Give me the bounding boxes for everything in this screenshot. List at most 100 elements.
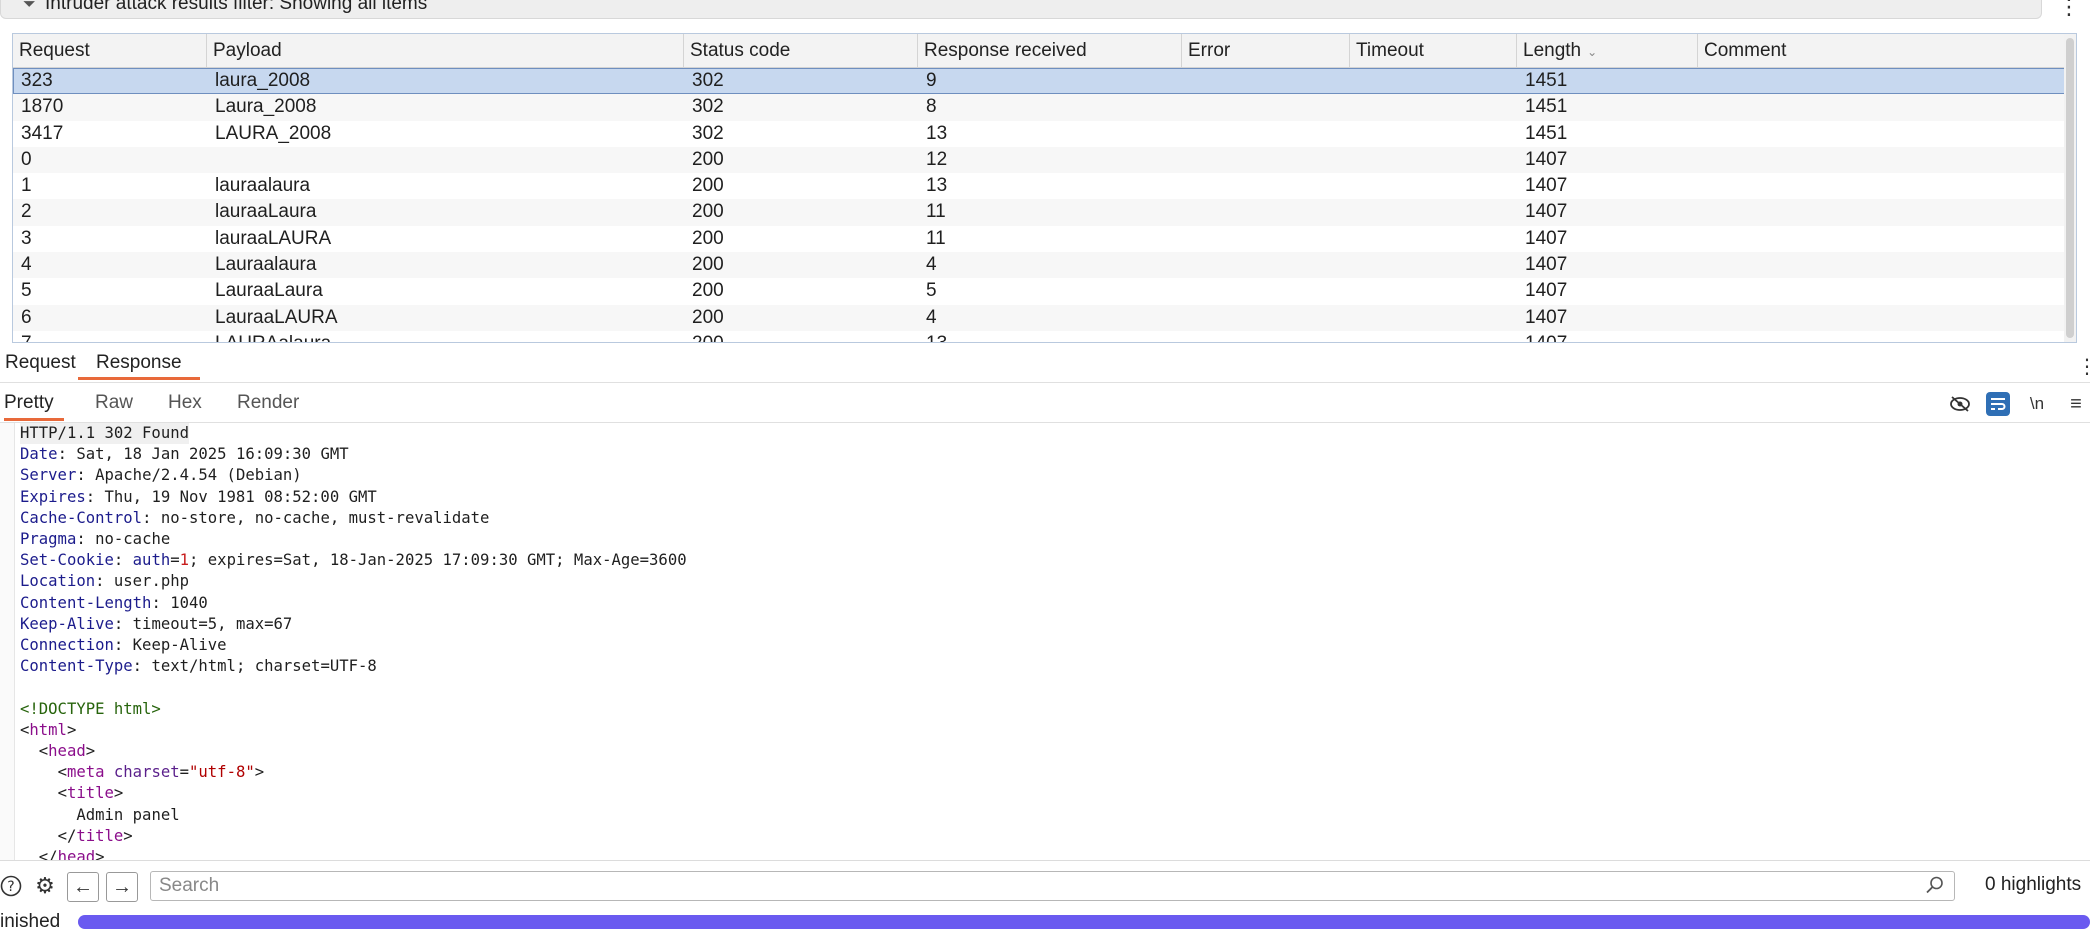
tab-response[interactable]: Response [78, 352, 200, 380]
code-line: Server: Apache/2.4.54 (Debian) [20, 466, 302, 485]
response-editor[interactable]: HTTP/1.1 302 Found Date: Sat, 18 Jan 2025… [0, 423, 2090, 861]
header-name: Connection [20, 636, 114, 654]
cell-payload: LAURAalaura [207, 331, 331, 342]
cell-payload: LAURA_2008 [215, 122, 332, 144]
table-scrollbar[interactable] [2064, 34, 2076, 342]
col-status-code[interactable]: Status code [684, 34, 918, 67]
col-payload[interactable]: Payload [207, 34, 684, 67]
cell-response-received: 8 [926, 96, 937, 118]
progress-fill [78, 915, 2090, 929]
more-options-icon[interactable]: ⋮ [2077, 354, 2090, 379]
hide-icon[interactable] [1948, 392, 1972, 416]
col-length[interactable]: Length ⌄ [1517, 34, 1698, 67]
menu-icon[interactable]: ≡ [2064, 392, 2088, 416]
cell-response-received: 4 [926, 306, 937, 328]
col-response-received[interactable]: Response received [918, 34, 1182, 67]
table-row[interactable]: 5 LauraaLaura 200 5 1407 [13, 278, 2076, 304]
table-row[interactable]: 3 lauraaLAURA 200 11 1407 [13, 226, 2076, 252]
cell-request: 1870 [21, 96, 64, 118]
table-row[interactable]: 1 lauraalaura 200 13 1407 [13, 173, 2076, 199]
table-row[interactable]: 0 200 12 1407 [13, 146, 2076, 174]
cell-request: 1 [21, 175, 32, 197]
tab-render[interactable]: Render [237, 392, 299, 414]
cell-response-received: 12 [926, 148, 948, 170]
header-value: 1040 [170, 593, 208, 612]
cell-payload: lauraaLaura [215, 201, 317, 223]
back-arrow-icon[interactable]: ← [67, 872, 99, 902]
header-value: ; expires=Sat, 18-Jan-2025 17:09:30 GMT;… [189, 551, 687, 570]
search-input[interactable] [150, 871, 1955, 901]
editor-gutter [0, 423, 15, 860]
help-icon[interactable]: ? [0, 870, 22, 902]
forward-arrow-icon[interactable]: → [106, 872, 138, 902]
cell-status-code: 302 [692, 122, 724, 144]
table-row[interactable]: 3417 LAURA_2008 302 13 1451 [13, 121, 2076, 147]
tab-raw[interactable]: Raw [95, 392, 133, 414]
cell-length: 1407 [1525, 175, 1568, 197]
table-row[interactable]: 6 LauraaLAURA 200 4 1407 [13, 304, 2076, 331]
newline-icon[interactable]: \n [2025, 392, 2049, 416]
table-row[interactable]: 7 LAURAalaura 200 13 1407 [13, 331, 2076, 342]
code-line: Expires: Thu, 19 Nov 1981 08:52:00 GMT [20, 487, 377, 506]
col-request[interactable]: Request [13, 34, 207, 67]
results-filter-bar[interactable]: ⏷ Intruder attack results filter: Showin… [0, 0, 2042, 19]
cell-status-code: 200 [692, 280, 724, 302]
tab-hex[interactable]: Hex [168, 392, 202, 414]
header-name: Content-Length [20, 593, 152, 612]
header-name: Date [20, 445, 58, 464]
highlights-count: 0 highlights [1985, 874, 2082, 895]
col-timeout[interactable]: Timeout [1350, 34, 1517, 67]
cell-payload: lauraalaura [215, 175, 311, 197]
code-line: Cache-Control: no-store, no-cache, must-… [20, 508, 490, 527]
cell-payload: LauraaLaura [215, 280, 323, 302]
status-bar: inished [0, 910, 2090, 934]
doctype: <!DOCTYPE html> [20, 699, 161, 718]
cell-request: 3 [21, 227, 32, 249]
cell-response-received: 11 [926, 227, 946, 249]
code-line: Content-Length: 1040 [20, 593, 208, 612]
meta-value: "utf-8" [189, 763, 255, 782]
code-line: <title> [57, 784, 124, 803]
cookie-value: 1 [179, 551, 190, 570]
more-options-icon[interactable]: ⋮ [2058, 0, 2080, 20]
cell-length: 1407 [1525, 254, 1568, 276]
header-value: Thu, 19 Nov 1981 08:52:00 GMT [104, 487, 377, 506]
table-row[interactable]: 4 Lauraalaura 200 4 1407 [13, 252, 2076, 279]
head-tag: head [48, 742, 86, 760]
meta-attr: charset [113, 763, 180, 782]
results-table: Request Payload Status code Response rec… [12, 33, 2077, 343]
view-tabs: Pretty Raw Hex Render \n ≡ [0, 386, 2090, 423]
cell-request: 3417 [21, 122, 64, 144]
wrap-lines-icon[interactable] [1986, 392, 2010, 416]
col-error[interactable]: Error [1182, 34, 1350, 67]
tab-pretty[interactable]: Pretty [4, 392, 64, 421]
search-icon[interactable] [1925, 875, 1945, 900]
header-name: Expires [20, 487, 86, 506]
cell-status-code: 200 [692, 227, 724, 249]
cell-length: 1407 [1525, 306, 1568, 328]
table-header: Request Payload Status code Response rec… [13, 34, 2076, 68]
header-value: Sat, 18 Jan 2025 16:09:30 GMT [76, 445, 349, 464]
scrollbar-thumb[interactable] [2066, 38, 2074, 338]
header-name: Server [20, 466, 77, 485]
tab-request[interactable]: Request [5, 352, 76, 374]
cell-status-code: 200 [692, 201, 724, 223]
col-length-label: Length [1523, 40, 1582, 61]
header-name: Set-Cookie [20, 551, 114, 570]
cell-response-received: 4 [926, 254, 937, 276]
table-row[interactable]: 323 laura_2008 302 9 1451 [13, 68, 2076, 95]
message-tabs: Request Response ⋮ [0, 348, 2090, 383]
cell-status-code: 302 [692, 96, 724, 118]
table-row[interactable]: 2 lauraaLaura 200 11 1407 [13, 199, 2076, 226]
cell-length: 1407 [1525, 227, 1568, 249]
settings-gear-icon[interactable]: ⚙ [30, 870, 60, 902]
code-line: Connection: Keep-Alive [20, 636, 227, 654]
code-line: <meta charset="utf-8"> [57, 763, 265, 782]
title-close-tag: title [76, 826, 124, 845]
code-line: Content-Type: text/html; charset=UTF-8 [20, 657, 377, 676]
code-line: Pragma: no-cache [20, 530, 171, 548]
code-line: Location: user.php [20, 572, 189, 591]
col-comment[interactable]: Comment [1698, 34, 2064, 67]
table-row[interactable]: 1870 Laura_2008 302 8 1451 [13, 94, 2076, 121]
header-value: Apache/2.4.54 (Debian) [95, 466, 302, 485]
